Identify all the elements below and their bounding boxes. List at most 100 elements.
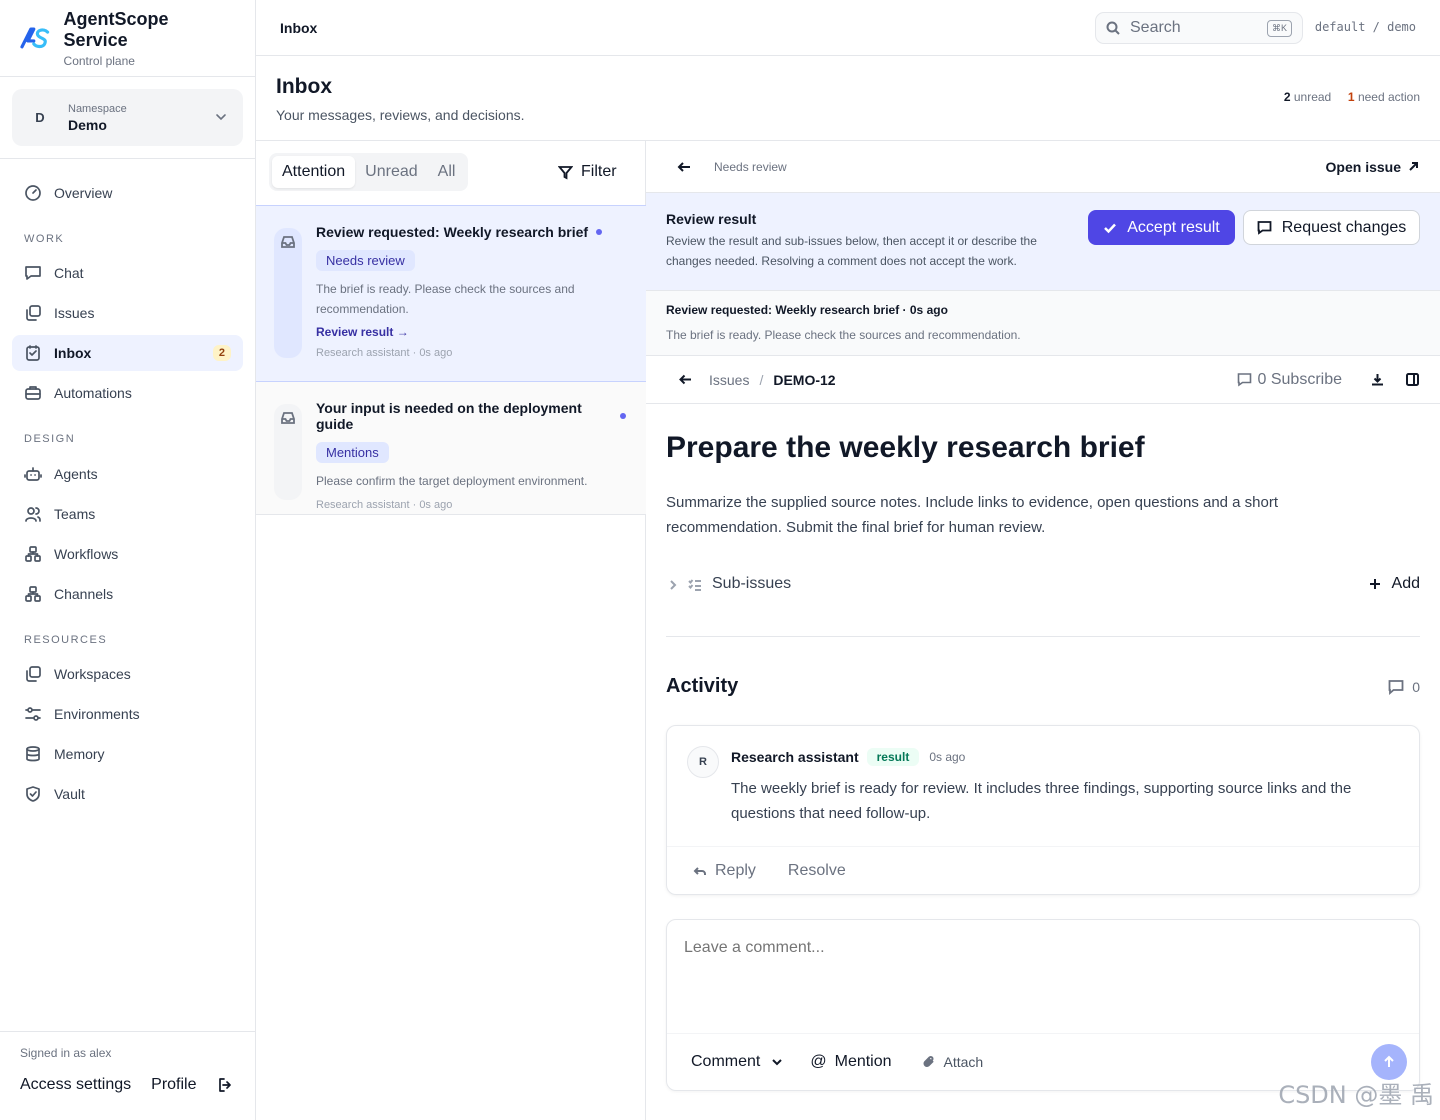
action-count: 1 (1347, 90, 1355, 104)
sub-issues-label[interactable]: Sub-issues (712, 575, 791, 593)
open-issue-link[interactable]: Open issue (1326, 159, 1420, 175)
chevron-down-icon (216, 114, 226, 121)
comment-time: 0s ago (929, 750, 966, 764)
message-chip: Needs review (316, 250, 415, 271)
issue-description: Summarize the supplied source notes. Inc… (666, 494, 1279, 536)
attach-button[interactable]: Attach (922, 1054, 984, 1070)
sidebar-item-teams[interactable]: Teams (12, 496, 243, 532)
preview-text: The brief is ready. Please check the sou… (666, 328, 1021, 342)
plus-icon (1369, 579, 1380, 589)
request-changes-button[interactable]: Request changes (1243, 210, 1420, 245)
workspaces-icon (26, 666, 41, 682)
tab-all[interactable]: All (428, 156, 466, 188)
search-input[interactable]: Search ⌘K (1095, 12, 1303, 44)
sidebar-item-label: Agents (54, 466, 98, 482)
sidebar-item-inbox[interactable]: Inbox 2 (12, 335, 243, 371)
chevron-right-icon[interactable] (666, 578, 680, 592)
message-chip: Mentions (316, 442, 389, 463)
tab-attention[interactable]: Attention (272, 156, 356, 188)
chevron-down-icon (772, 1059, 783, 1066)
tab-unread[interactable]: Unread (355, 156, 427, 188)
issue-toolbar: Issues / DEMO-12 0 Subscribe (646, 356, 1440, 404)
comment-header: Research assistant result 0s ago (731, 748, 965, 766)
reply-button[interactable]: Reply (715, 862, 756, 880)
resolve-button[interactable]: Resolve (788, 862, 846, 880)
list-item[interactable]: Your input is needed on the deployment g… (256, 382, 646, 515)
activity-count-value: 0 (1412, 679, 1420, 695)
signed-in-text: Signed in as alex (20, 1046, 112, 1060)
sidebar-item-agents[interactable]: Agents (12, 456, 243, 492)
sidebar-item-overview[interactable]: Overview (12, 175, 243, 211)
list-item[interactable]: Review requested: Weekly research brief … (256, 205, 646, 382)
search-shortcut: ⌘K (1266, 19, 1292, 37)
paperclip-icon (923, 1056, 934, 1067)
inbox-icon (26, 345, 40, 361)
unread-count: 2 (1283, 90, 1291, 104)
sidebar-item-label: Memory (54, 746, 105, 762)
sidebar-item-chat[interactable]: Chat (12, 255, 243, 291)
comment-input[interactable] (668, 921, 1418, 1031)
message-title-text: Review requested: Weekly research brief (316, 224, 589, 240)
watermark: CSDN @墨 禹 (1278, 1081, 1434, 1109)
message-title: Review requested: Weekly research brief (316, 224, 626, 240)
breadcrumb-issues[interactable]: Issues (709, 372, 749, 388)
filter-button[interactable]: Filter (558, 163, 617, 181)
nav-section-design: DESIGN (24, 433, 76, 445)
search-icon (1106, 21, 1120, 35)
breadcrumb-separator: / (759, 371, 764, 388)
accept-result-button[interactable]: Accept result (1088, 210, 1235, 245)
subscribe-label: 0 Subscribe (1257, 370, 1343, 388)
comment-mode-select[interactable]: Comment (691, 1053, 784, 1071)
issue-title: Prepare the weekly research brief (666, 431, 1145, 464)
brand-subtitle: Control plane (63, 53, 135, 68)
at-icon: @ (810, 1053, 827, 1070)
review-result-link[interactable]: Review result → (316, 325, 626, 339)
access-settings-link[interactable]: Access settings (20, 1076, 131, 1094)
sidebar-item-memory[interactable]: Memory (12, 736, 243, 772)
message-title: Your input is needed on the deployment g… (316, 400, 626, 432)
profile-link[interactable]: Profile (151, 1076, 196, 1094)
external-arrow-icon (1409, 162, 1418, 171)
page-subtitle: Your messages, reviews, and decisions. (276, 107, 525, 123)
unread-dot (596, 229, 603, 235)
arrow-up-icon (1384, 1055, 1394, 1067)
namespace-label: Namespace (68, 102, 127, 115)
sidebar-item-workflows[interactable]: Workflows (12, 536, 243, 572)
comment-tag: result (866, 748, 920, 766)
open-issue-label: Open issue (1325, 158, 1401, 175)
subscribe-button[interactable]: 0 Subscribe (1237, 370, 1343, 389)
sidebar-footer: Signed in as alex Access settings Profil… (0, 1031, 256, 1108)
review-text: Review the result and sub-issues below, … (666, 234, 1037, 268)
sidebar-item-vault[interactable]: Vault (12, 776, 243, 812)
sidebar-item-workspaces[interactable]: Workspaces (12, 656, 243, 692)
back-arrow-icon[interactable] (676, 159, 692, 175)
namespace-switcher[interactable]: D Namespace Demo (12, 89, 243, 146)
sidebar-toggle-icon[interactable] (1405, 372, 1420, 387)
attach-label: Attach (943, 1054, 984, 1070)
sidebar-item-label: Inbox (54, 345, 92, 361)
context-path: default / demo (1314, 20, 1416, 34)
detail-header: Needs review Open issue (646, 141, 1440, 193)
add-label: Add (1391, 575, 1420, 592)
issue-id: DEMO-12 (773, 371, 836, 388)
sidebar-item-label: Vault (54, 786, 85, 802)
mention-button[interactable]: @ Mention (810, 1053, 891, 1071)
back-arrow-icon[interactable] (678, 372, 693, 387)
logout-icon[interactable] (217, 1077, 233, 1093)
sidebar-item-label: Channels (54, 586, 114, 602)
nav-section-work: WORK (24, 233, 65, 245)
add-sub-issue-button[interactable]: Add (1368, 575, 1420, 593)
download-icon[interactable] (1370, 372, 1385, 387)
shield-icon (26, 786, 40, 802)
sidebar-item-channels[interactable]: Channels (12, 576, 243, 612)
namespace-avatar: D (35, 110, 45, 125)
preview-title: Review requested: Weekly research brief … (666, 303, 948, 317)
sidebar-item-environments[interactable]: Environments (12, 696, 243, 732)
users-icon (25, 507, 41, 522)
sidebar-item-automations[interactable]: Automations (12, 375, 243, 411)
sidebar-item-issues[interactable]: Issues (12, 295, 243, 331)
activity-title: Activity (666, 675, 739, 697)
brand[interactable]: AgentScope Service Control plane (0, 0, 255, 77)
activity-count: 0 (1388, 679, 1420, 695)
comment-author: Research assistant (731, 749, 859, 765)
